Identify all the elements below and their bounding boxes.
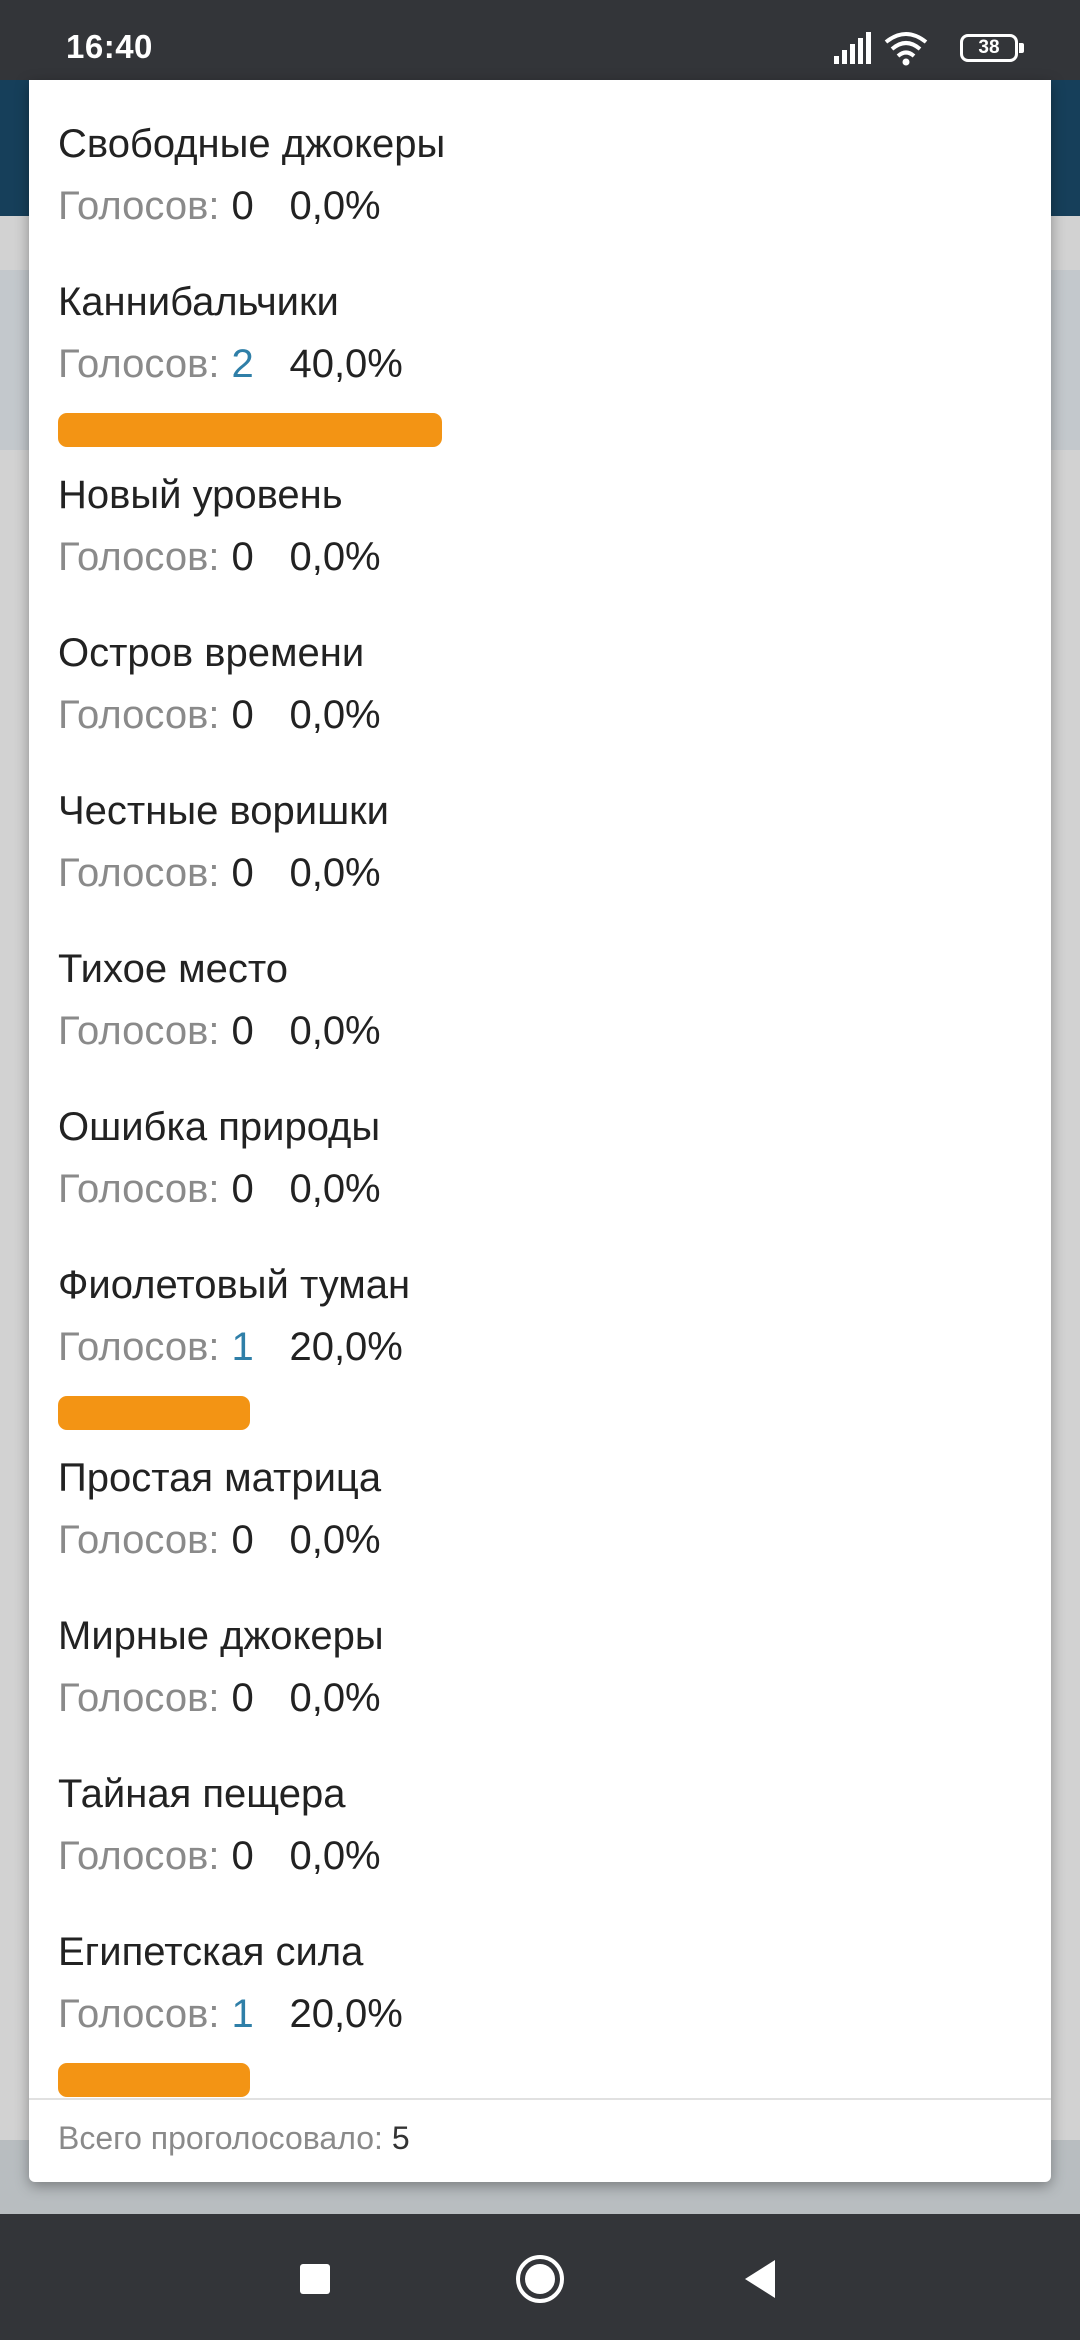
votes-count: 0: [231, 1676, 254, 1720]
option-stats: Голосов: 1 20,0%: [58, 1992, 403, 2037]
votes-label: Голосов:: [58, 1518, 220, 1562]
wifi-icon: [884, 32, 928, 66]
votes-label: Голосов:: [58, 342, 220, 386]
vote-percent: 20,0%: [289, 1325, 403, 1369]
option-stats: Голосов: 0 0,0%: [58, 1834, 381, 1879]
circle-icon[interactable]: [513, 2252, 567, 2306]
vote-percent: 0,0%: [289, 1518, 381, 1562]
option-name: Каннибальчики: [58, 280, 339, 324]
votes-count: 0: [231, 184, 254, 228]
option-stats: Голосов: 0 0,0%: [58, 1518, 381, 1563]
option-name: Тайная пещера: [58, 1772, 346, 1816]
vote-percent: 0,0%: [289, 184, 381, 228]
vote-bar-fill: [58, 2063, 250, 2097]
vote-percent: 0,0%: [289, 1009, 381, 1053]
vote-bar: [58, 2063, 1018, 2097]
status-time: 16:40: [66, 28, 153, 65]
total-votes: Всего проголосовало: 5: [58, 2120, 410, 2157]
battery-icon: 38: [960, 34, 1024, 62]
votes-count: 0: [231, 693, 254, 737]
option-name: Новый уровень: [58, 473, 343, 517]
votes-count: 0: [231, 851, 254, 895]
option-stats: Голосов: 0 0,0%: [58, 1167, 381, 1212]
votes-label: Голосов:: [58, 1992, 220, 2036]
signal-icon: [834, 32, 871, 64]
navigation-bar: [0, 2214, 1080, 2340]
vote-percent: 0,0%: [289, 1676, 381, 1720]
option-stats: Голосов: 0 0,0%: [58, 184, 381, 229]
votes-label: Голосов:: [58, 184, 220, 228]
votes-label: Голосов:: [58, 535, 220, 579]
votes-count: 0: [231, 1167, 254, 1211]
votes-count: 2: [231, 342, 254, 386]
status-icons: 38: [832, 30, 1024, 70]
option-name: Фиолетовый туман: [58, 1263, 411, 1307]
square-icon[interactable]: [288, 2252, 342, 2306]
vote-percent: 0,0%: [289, 851, 381, 895]
option-name: Тихое место: [58, 947, 289, 991]
status-bar: 16:40 38: [0, 0, 1080, 80]
votes-label: Голосов:: [58, 1676, 220, 1720]
votes-label: Голосов:: [58, 851, 220, 895]
option-name: Остров времени: [58, 631, 365, 675]
option-stats: Голосов: 0 0,0%: [58, 693, 381, 738]
vote-percent: 0,0%: [289, 1167, 381, 1211]
vote-percent: 0,0%: [289, 535, 381, 579]
footer-divider: [29, 2098, 1051, 2100]
votes-label: Голосов:: [58, 1009, 220, 1053]
triangle-back-icon[interactable]: [735, 2252, 789, 2306]
option-name: Простая матрица: [58, 1456, 382, 1500]
option-name: Свободные джокеры: [58, 122, 446, 166]
vote-bar-fill: [58, 1396, 250, 1430]
votes-label: Голосов:: [58, 693, 220, 737]
votes-count: 0: [231, 1009, 254, 1053]
option-stats: Голосов: 0 0,0%: [58, 1009, 381, 1054]
votes-count: 1: [231, 1325, 254, 1369]
votes-label: Голосов:: [58, 1325, 220, 1369]
option-name: Ошибка природы: [58, 1105, 381, 1149]
votes-count: 0: [231, 535, 254, 579]
votes-label: Голосов:: [58, 1167, 220, 1211]
option-stats: Голосов: 1 20,0%: [58, 1325, 403, 1370]
vote-bar-fill: [58, 413, 442, 447]
total-votes-value: 5: [391, 2120, 410, 2156]
vote-percent: 0,0%: [289, 693, 381, 737]
vote-percent: 0,0%: [289, 1834, 381, 1878]
vote-bar: [58, 1396, 1018, 1430]
option-stats: Голосов: 0 0,0%: [58, 535, 381, 580]
votes-count: 0: [231, 1834, 254, 1878]
poll-results-dialog: Свободные джокеры Голосов: 0 0,0% Каннибальч…: [29, 80, 1051, 2182]
option-stats: Голосов: 2 40,0%: [58, 342, 403, 387]
votes-count: 0: [231, 1518, 254, 1562]
votes-count: 1: [231, 1992, 254, 2036]
total-votes-label: Всего проголосовало:: [58, 2120, 383, 2156]
option-name: Египетская сила: [58, 1930, 364, 1974]
votes-label: Голосов:: [58, 1834, 220, 1878]
vote-percent: 40,0%: [289, 342, 403, 386]
option-stats: Голосов: 0 0,0%: [58, 851, 381, 896]
option-name: Мирные джокеры: [58, 1614, 384, 1658]
option-stats: Голосов: 0 0,0%: [58, 1676, 381, 1721]
vote-percent: 20,0%: [289, 1992, 403, 2036]
vote-bar: [58, 413, 1018, 447]
option-name: Честные воришки: [58, 789, 389, 833]
